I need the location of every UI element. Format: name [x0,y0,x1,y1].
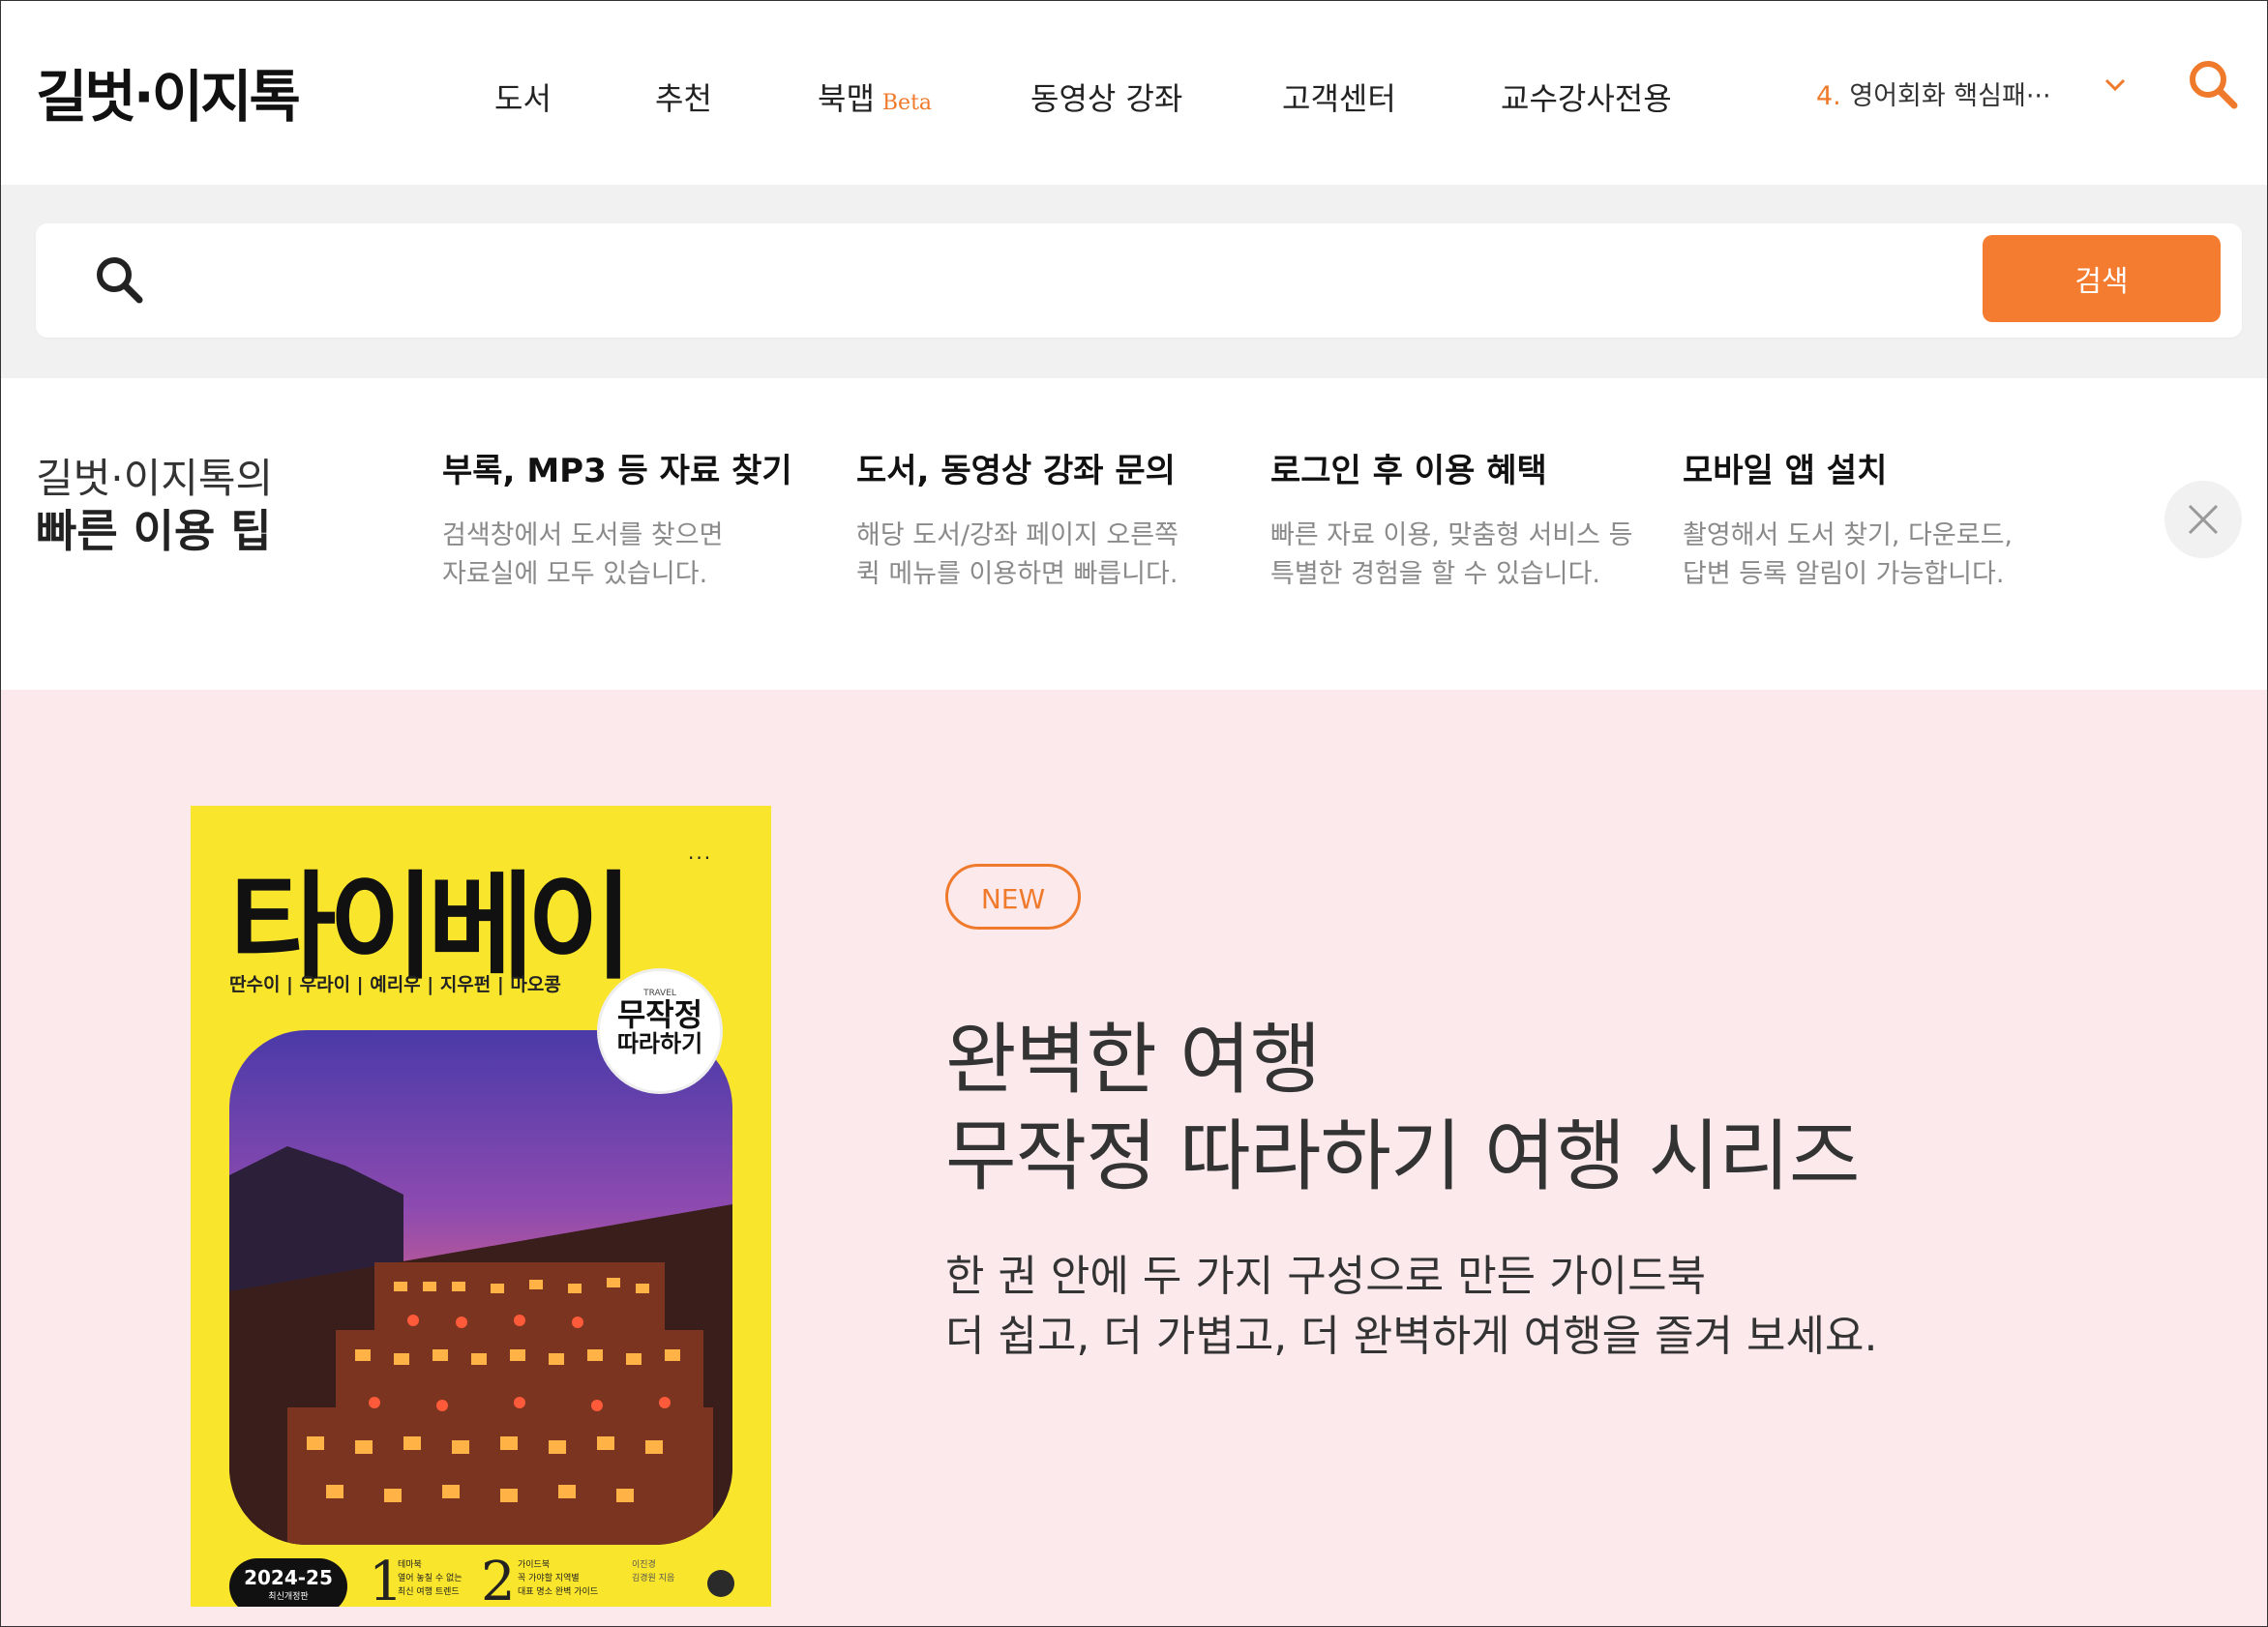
new-badge: NEW [945,864,1081,930]
tip-item[interactable]: 로그인 후 이용 혜택 빠른 자료 이용, 맞춤형 서비스 등 특별한 경험을 … [1270,444,1657,594]
part2-desc: 꼭 가야할 지역별 [518,1574,580,1583]
part1-desc: 최신 여행 트렌드 [398,1587,460,1597]
promo-banner[interactable]: 타이베이 ··· 딴수이 | 우라이 | 예리우 | 지우펀 | 마오콩 TRA… [1,690,2267,1626]
tip-item[interactable]: 도서, 동영상 강좌 문의 해당 도서/강좌 페이지 오른쪽 퀵 메뉴를 이용하… [856,444,1243,594]
beta-badge: Beta [881,91,933,115]
book-places: 딴수이 | 우라이 | 예리우 | 지우펀 | 마오콩 [229,974,561,995]
book-dots: ··· [688,846,713,870]
tips-title-line2: 빠른 이용 팁 [36,505,272,557]
promo-headline-line2: 무작정 따라하기 여행 시리즈 [945,1111,1860,1201]
search-input[interactable] [171,245,1994,316]
part1-desc: 열어 놓칠 수 없는 [398,1574,463,1583]
search-section: 검색 [1,185,2267,378]
edition-year: 2024-25 [244,1566,333,1589]
tip-description: 특별한 경험을 할 수 있습니다. [1270,559,1600,589]
tip-description: 자료실에 모두 있습니다. [442,559,708,589]
book-authors: 이진경 김경원 지음 [632,1558,674,1585]
tip-description: 촬영해서 도서 찾기, 다운로드, [1683,520,2013,550]
search-button[interactable]: 검색 [1983,235,2221,322]
search-box: 검색 [36,223,2242,338]
search-icon[interactable] [2186,57,2240,111]
part1-info: 테마북 열어 놓칠 수 없는 최신 여행 트렌드 [398,1558,463,1599]
search-icon [97,257,143,304]
nav-item-customer-center[interactable]: 고객센터 [1282,74,1396,119]
nav-item-books[interactable]: 도서 [494,74,552,119]
author-line: 이진경 [632,1560,656,1570]
tip-item[interactable]: 모바일 앱 설치 촬영해서 도서 찾기, 다운로드, 답변 등록 알림이 가능합… [1683,444,2070,594]
nav-item-bookmap[interactable]: 북맵 Beta [818,74,932,119]
publisher-logo [707,1570,734,1597]
tip-description: 검색창에서 도서를 찾으면 [442,520,724,550]
promo-description-line2: 더 쉽고, 더 가볍고, 더 완벽하게 여행을 즐겨 보세요. [945,1312,1878,1361]
tip-description: 답변 등록 알림이 가능합니다. [1683,559,2005,589]
edition-note: 최신개정판 [268,1592,309,1602]
nav-item-video-lectures[interactable]: 동영상 강좌 [1030,74,1182,119]
chevron-down-icon[interactable] [2099,71,2132,100]
promo-description-line1: 한 권 안에 두 가지 구성으로 만든 가이드북 [945,1252,1707,1301]
tip-item[interactable]: 부록, MP3 등 자료 찾기 검색창에서 도서를 찾으면 자료실에 모두 있습… [442,444,829,594]
site-logo[interactable]: 길벗·이지톡 [36,51,301,133]
tip-description: 퀵 메뉴를 이용하면 빠릅니다. [856,559,1179,589]
night-town-illustration [229,1030,732,1545]
tip-heading: 로그인 후 이용 혜택 [1270,452,1547,490]
edition-badge: 2024-25 최신개정판 [229,1558,347,1607]
tip-heading: 부록, MP3 등 자료 찾기 [442,452,792,490]
browser-frame: 길벗·이지톡 도서 추천 북맵 Beta 동영상 강좌 고객센터 교수강사전용 4… [0,0,2268,1627]
nav-item-bookmap-label: 북맵 [818,80,875,117]
part1-title: 테마북 [398,1560,422,1570]
tip-heading: 도서, 동영상 강좌 문의 [856,452,1176,490]
popular-search-text: 영어회화 핵심패··· [1849,81,2051,111]
tips-close-button[interactable] [2164,481,2242,558]
site-header: 길벗·이지톡 도서 추천 북맵 Beta 동영상 강좌 고객센터 교수강사전용 4… [1,1,2267,185]
popular-search-rank: 4. [1816,81,1841,111]
close-icon [2188,504,2219,535]
part2-info: 가이드북 꼭 가야할 지역별 대표 명소 완벽 가이드 [518,1558,598,1599]
part2-desc: 대표 명소 완벽 가이드 [518,1587,599,1597]
part2-title: 가이드북 [518,1560,551,1570]
book-cover[interactable]: 타이베이 ··· 딴수이 | 우라이 | 예리우 | 지우펀 | 마오콩 TRA… [191,806,771,1607]
tip-description: 해당 도서/강좌 페이지 오른쪽 [856,520,1179,550]
promo-headline-line1: 완벽한 여행 [945,1015,1321,1105]
tip-description: 빠른 자료 이용, 맞춤형 서비스 등 [1270,520,1633,550]
series-badge-line2: 따라하기 [616,1030,703,1057]
series-badge: TRAVEL 무작정 따라하기 [597,968,723,1094]
quick-tips-section: 길벗·이지톡의 빠른 이용 팁 부록, MP3 등 자료 찾기 검색창에서 도서… [1,378,2267,690]
nav-item-instructors[interactable]: 교수강사전용 [1501,74,1672,119]
part2-number: 2 [481,1551,516,1607]
tip-heading: 모바일 앱 설치 [1683,452,1888,490]
nav-item-recommend[interactable]: 추천 [655,74,712,119]
series-badge-line1: 무작정 [616,996,703,1033]
book-cover-photo [229,1030,732,1545]
popular-search-ticker[interactable]: 4. 영어회화 핵심패··· [1816,74,2051,112]
author-line: 김경원 지음 [632,1574,675,1583]
